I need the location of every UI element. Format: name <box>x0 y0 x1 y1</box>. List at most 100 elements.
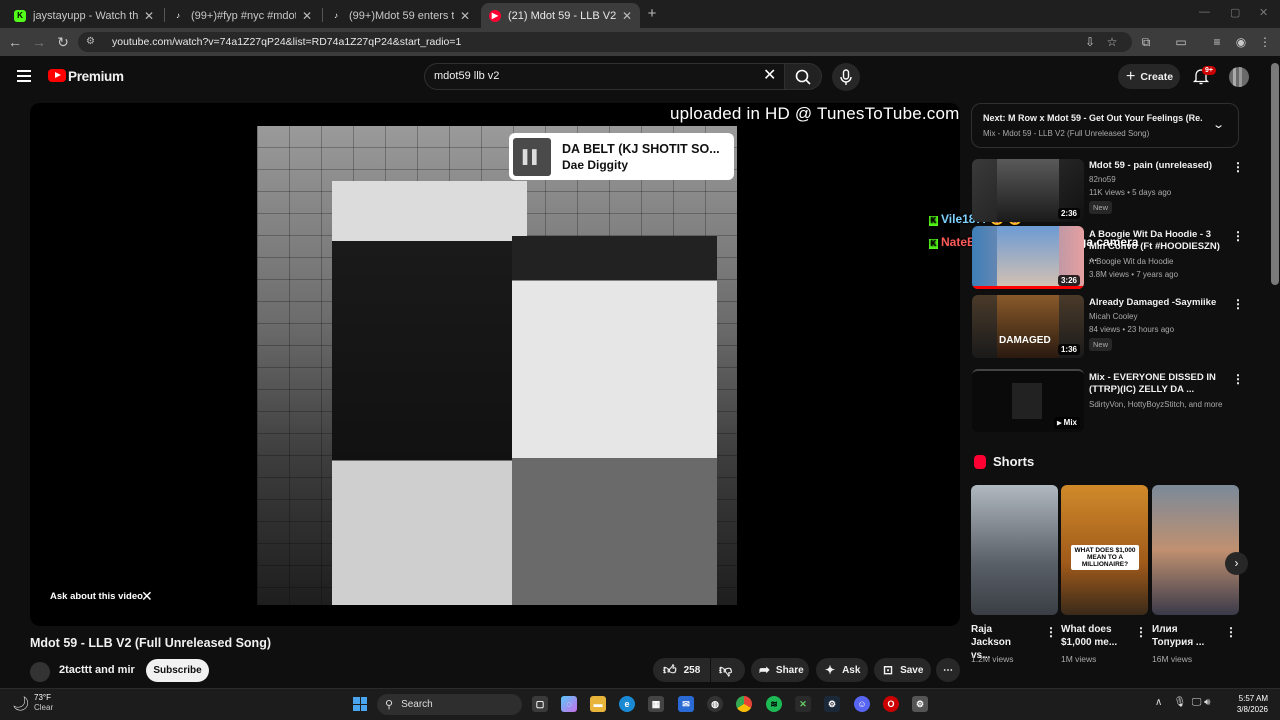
short-title[interactable]: What does $1,000 me... <box>1061 623 1125 649</box>
browser-tab-tiktok-2[interactable]: ♪ (99+)Mdot 59 enters the chat ✕ <box>322 3 478 28</box>
browser-tab-youtube[interactable]: ▶ (21) Mdot 59 - LLB V2 (Full Unr ✕ <box>481 3 640 28</box>
dislike-button[interactable]: 👎︎ <box>711 658 745 682</box>
back-icon[interactable]: ← <box>7 34 23 50</box>
task-view-icon[interactable]: ▢ <box>532 696 548 712</box>
address-bar[interactable]: ⚙ youtube.com/watch?v=74a1Z27qP24&list=R… <box>78 32 1132 52</box>
close-tab-icon[interactable]: ✕ <box>622 9 632 23</box>
more-options-icon[interactable]: ⋮ <box>1232 373 1244 385</box>
related-video-title[interactable]: Mix - EVERYONE DISSED IN (TTRP)(IC) ZELL… <box>1089 372 1224 396</box>
up-next-subtitle: Mix - Mdot 59 - LLB V2 (Full Unreleased … <box>983 129 1150 138</box>
store-icon[interactable]: ▦ <box>648 696 664 712</box>
system-tray[interactable]: ∧ 🎙︎ 🖵 🔊︎ <box>1155 697 1210 708</box>
opera-icon[interactable]: O <box>883 696 899 712</box>
more-options-icon[interactable]: ⋮ <box>1225 626 1237 638</box>
chevron-right-icon[interactable]: › <box>1225 552 1248 575</box>
related-video-channel[interactable]: SdirtyVon, HottyBoyzStitch, and more <box>1089 400 1222 409</box>
search-value[interactable]: mdot59 llb v2 <box>434 70 499 82</box>
extensions-icon[interactable]: ⧉ <box>1139 35 1153 49</box>
video-thumbnail[interactable]: DAMAGED 1:36 <box>972 295 1084 358</box>
up-next-panel[interactable] <box>971 103 1239 148</box>
menu-icon[interactable] <box>17 70 31 82</box>
more-options-icon[interactable]: ⋮ <box>1232 298 1244 310</box>
more-options-icon[interactable]: ⋮ <box>1045 626 1057 638</box>
browser-tab-kick[interactable]: K jaystayupp - Watch the VOD on ✕ <box>6 3 162 28</box>
weather-widget[interactable]: 73°F Clear <box>34 693 53 713</box>
copilot-icon[interactable]: ◌ <box>561 696 577 712</box>
close-icon[interactable]: ✕ <box>141 588 153 605</box>
short-thumbnail[interactable]: WHAT DOES $1,000 MEAN TO A MILLIONAIRE? <box>1061 485 1148 615</box>
create-button[interactable]: + Create <box>1118 64 1180 89</box>
related-video-channel[interactable]: A Boogie Wit da Hoodie <box>1089 257 1174 266</box>
discord-icon[interactable]: ☺ <box>854 696 870 712</box>
related-video-title[interactable]: Mdot 59 - pain (unreleased) <box>1089 160 1224 172</box>
maximize-icon[interactable]: ▢ <box>1230 6 1240 19</box>
install-icon[interactable]: ⇩ <box>1083 35 1097 49</box>
ask-button[interactable]: ✦ Ask <box>816 658 868 682</box>
more-actions-icon[interactable]: ⋯ <box>936 658 960 682</box>
share-icon: ➦ <box>759 662 770 677</box>
bookmark-star-icon[interactable]: ☆ <box>1105 35 1119 49</box>
windows-start-icon[interactable] <box>353 697 367 711</box>
voice-search-button[interactable] <box>832 63 860 91</box>
close-tab-icon[interactable]: ✕ <box>144 9 154 23</box>
channel-avatar[interactable] <box>30 662 50 682</box>
chevron-down-icon[interactable]: ⌄ <box>1212 118 1225 131</box>
page-scrollbar[interactable] <box>1271 63 1279 285</box>
subscribe-button[interactable]: Subscribe <box>146 659 209 682</box>
short-thumbnail[interactable] <box>971 485 1058 615</box>
more-options-icon[interactable]: ⋮ <box>1232 161 1244 173</box>
settings-icon[interactable]: ⚙ <box>912 696 928 712</box>
chevron-up-icon[interactable]: ∧ <box>1155 697 1162 708</box>
more-options-icon[interactable]: ⋮ <box>1232 230 1244 242</box>
close-tab-icon[interactable]: ✕ <box>302 9 312 23</box>
brand-label[interactable]: Premium <box>68 69 124 84</box>
more-options-icon[interactable]: ⋮ <box>1135 626 1147 638</box>
related-video-channel[interactable]: 82no59 <box>1089 175 1116 184</box>
microphone-icon[interactable]: 🎙︎ <box>1173 697 1186 708</box>
outlook-icon[interactable]: ✉ <box>678 696 694 712</box>
video-thumbnail[interactable]: 3:26 <box>972 226 1084 289</box>
microphone-icon <box>840 69 852 85</box>
forward-icon[interactable]: → <box>31 34 47 50</box>
xbox-icon[interactable]: ✕ <box>795 696 811 712</box>
short-title[interactable]: Илия Топурия ... <box>1152 623 1212 649</box>
taskbar-search[interactable]: ⚲ Search <box>377 694 522 715</box>
like-button[interactable]: 👍︎ 258 <box>653 658 710 682</box>
browser-tab-tiktok-1[interactable]: ♪ (99+)#fyp #nyc #mdot #nydrill ✕ <box>164 3 320 28</box>
close-window-icon[interactable]: ✕ <box>1259 6 1268 19</box>
weather-moon-icon[interactable]: 🌙︎ <box>12 695 30 712</box>
steam-icon[interactable]: ⚙ <box>824 696 840 712</box>
mix-thumbnail[interactable]: ⫸ Mix <box>972 369 1084 432</box>
clear-search-icon[interactable]: ✕ <box>763 68 776 84</box>
chrome-icon[interactable] <box>736 696 752 712</box>
new-tab-icon[interactable]: + <box>644 6 660 22</box>
related-video-channel[interactable]: Micah Cooley <box>1089 312 1137 321</box>
volume-icon[interactable]: 🔊︎ <box>1204 697 1210 708</box>
reading-list-icon[interactable]: ≡ <box>1210 35 1224 49</box>
minimize-icon[interactable]: — <box>1199 6 1210 18</box>
app-icon[interactable]: ◍ <box>707 696 723 712</box>
site-info-icon[interactable]: ⚙ <box>86 36 98 48</box>
account-avatar[interactable] <box>1229 67 1249 87</box>
profile-icon[interactable]: ◉ <box>1234 35 1248 49</box>
youtube-logo-icon[interactable] <box>48 69 66 82</box>
video-thumbnail[interactable]: 2:36 <box>972 159 1084 222</box>
ask-about-video-prompt[interactable]: Ask about this video <box>50 591 143 602</box>
share-button[interactable]: ➦ Share <box>751 658 809 682</box>
related-video-title[interactable]: Already Damaged -Saymiike <box>1089 297 1224 309</box>
search-button[interactable] <box>784 63 822 90</box>
spotify-icon[interactable]: ≋ <box>766 696 782 712</box>
network-icon[interactable]: 🖵 <box>1192 697 1202 708</box>
short-thumbnail[interactable] <box>1152 485 1239 615</box>
new-badge: New <box>1089 201 1113 214</box>
browser-menu-icon[interactable]: ⋮ <box>1258 35 1272 49</box>
clock-time: 5:57 AM <box>1238 694 1268 703</box>
channel-name[interactable]: 2tacttt and mir <box>59 664 135 676</box>
sidepanel-icon[interactable]: ▭ <box>1174 35 1188 49</box>
reload-icon[interactable]: ↻ <box>55 34 71 50</box>
system-clock[interactable]: 5:57 AM 3/8/2026 <box>1234 693 1268 715</box>
save-button[interactable]: ⊡ Save <box>874 658 931 682</box>
close-tab-icon[interactable]: ✕ <box>460 9 470 23</box>
edge-icon[interactable]: e <box>619 696 635 712</box>
file-explorer-icon[interactable]: ▬ <box>590 696 606 712</box>
